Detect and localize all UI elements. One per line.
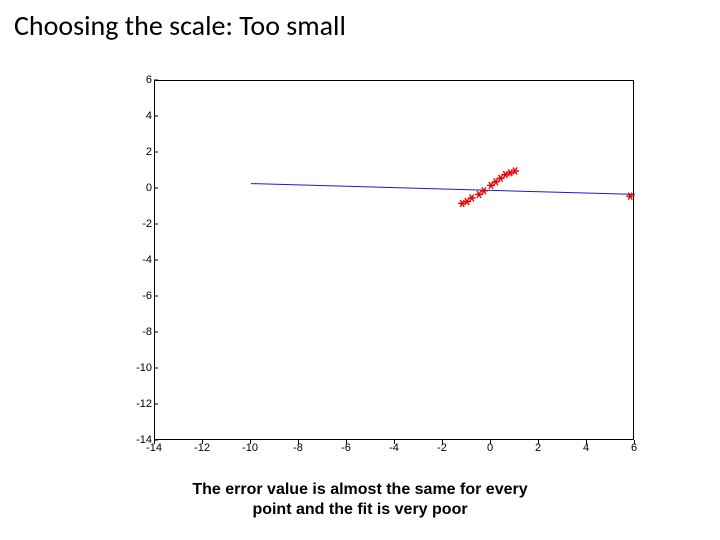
y-tick-mark xyxy=(154,224,158,225)
x-tick-mark xyxy=(154,440,155,444)
x-tick-mark xyxy=(346,440,347,444)
y-tick-mark xyxy=(154,332,158,333)
x-tick-mark xyxy=(490,440,491,444)
data-point xyxy=(480,187,488,194)
x-tick-mark xyxy=(250,440,251,444)
y-tick-label: -10 xyxy=(124,362,152,374)
chart-svg xyxy=(155,81,633,439)
y-tick-mark xyxy=(154,152,158,153)
x-tick-label: -4 xyxy=(389,442,399,458)
caption: The error value is almost the same for e… xyxy=(0,480,720,520)
x-tick-label: -12 xyxy=(194,442,210,458)
y-tick-label: -8 xyxy=(124,326,152,338)
data-point xyxy=(492,178,500,185)
chart: -14-12-10-8-6-4-20246-14-12-10-8-6-4-202… xyxy=(124,70,644,460)
y-tick-mark xyxy=(154,368,158,369)
x-tick-label: 0 xyxy=(487,442,493,458)
data-point xyxy=(475,191,483,198)
x-tick-mark xyxy=(634,440,635,444)
fit-line xyxy=(251,184,635,195)
y-tick-label: -12 xyxy=(124,398,152,410)
y-tick-mark xyxy=(154,260,158,261)
y-tick-mark xyxy=(154,296,158,297)
x-tick-mark xyxy=(586,440,587,444)
caption-line-2: point and the fit is very poor xyxy=(252,501,467,518)
caption-line-1: The error value is almost the same for e… xyxy=(192,481,527,498)
slide: Choosing the scale: Too small -14 -12 -10 -… xyxy=(0,0,720,540)
y-tick-label: 4 xyxy=(124,110,152,122)
x-tick-mark xyxy=(202,440,203,444)
y-tick-mark xyxy=(154,80,158,81)
x-tick-label: -10 xyxy=(242,442,258,458)
x-tick-mark xyxy=(442,440,443,444)
y-tick-mark xyxy=(154,404,158,405)
y-tick-label: 6 xyxy=(124,74,152,86)
x-tick-mark xyxy=(394,440,395,444)
x-tick-mark xyxy=(298,440,299,444)
y-tick-label: 0 xyxy=(124,182,152,194)
x-tick-label: 6 xyxy=(631,442,637,458)
x-tick-label: 2 xyxy=(535,442,541,458)
data-point xyxy=(497,175,505,182)
y-tick-label: -6 xyxy=(124,290,152,302)
y-tick-mark xyxy=(154,188,158,189)
x-tick-label: -8 xyxy=(293,442,303,458)
slide-title: Choosing the scale: Too small xyxy=(14,8,346,43)
y-tick-label: -4 xyxy=(124,254,152,266)
x-tick-mark xyxy=(538,440,539,444)
data-point xyxy=(487,182,495,189)
x-tick-label: -6 xyxy=(341,442,351,458)
y-tick-label: 2 xyxy=(124,146,152,158)
x-tick-label: -14 xyxy=(146,442,162,458)
data-point xyxy=(468,195,476,202)
y-tick-label: -2 xyxy=(124,218,152,230)
x-tick-label: 4 xyxy=(583,442,589,458)
y-tick-mark xyxy=(154,116,158,117)
chart-plot-area xyxy=(154,80,634,440)
x-tick-label: -2 xyxy=(437,442,447,458)
